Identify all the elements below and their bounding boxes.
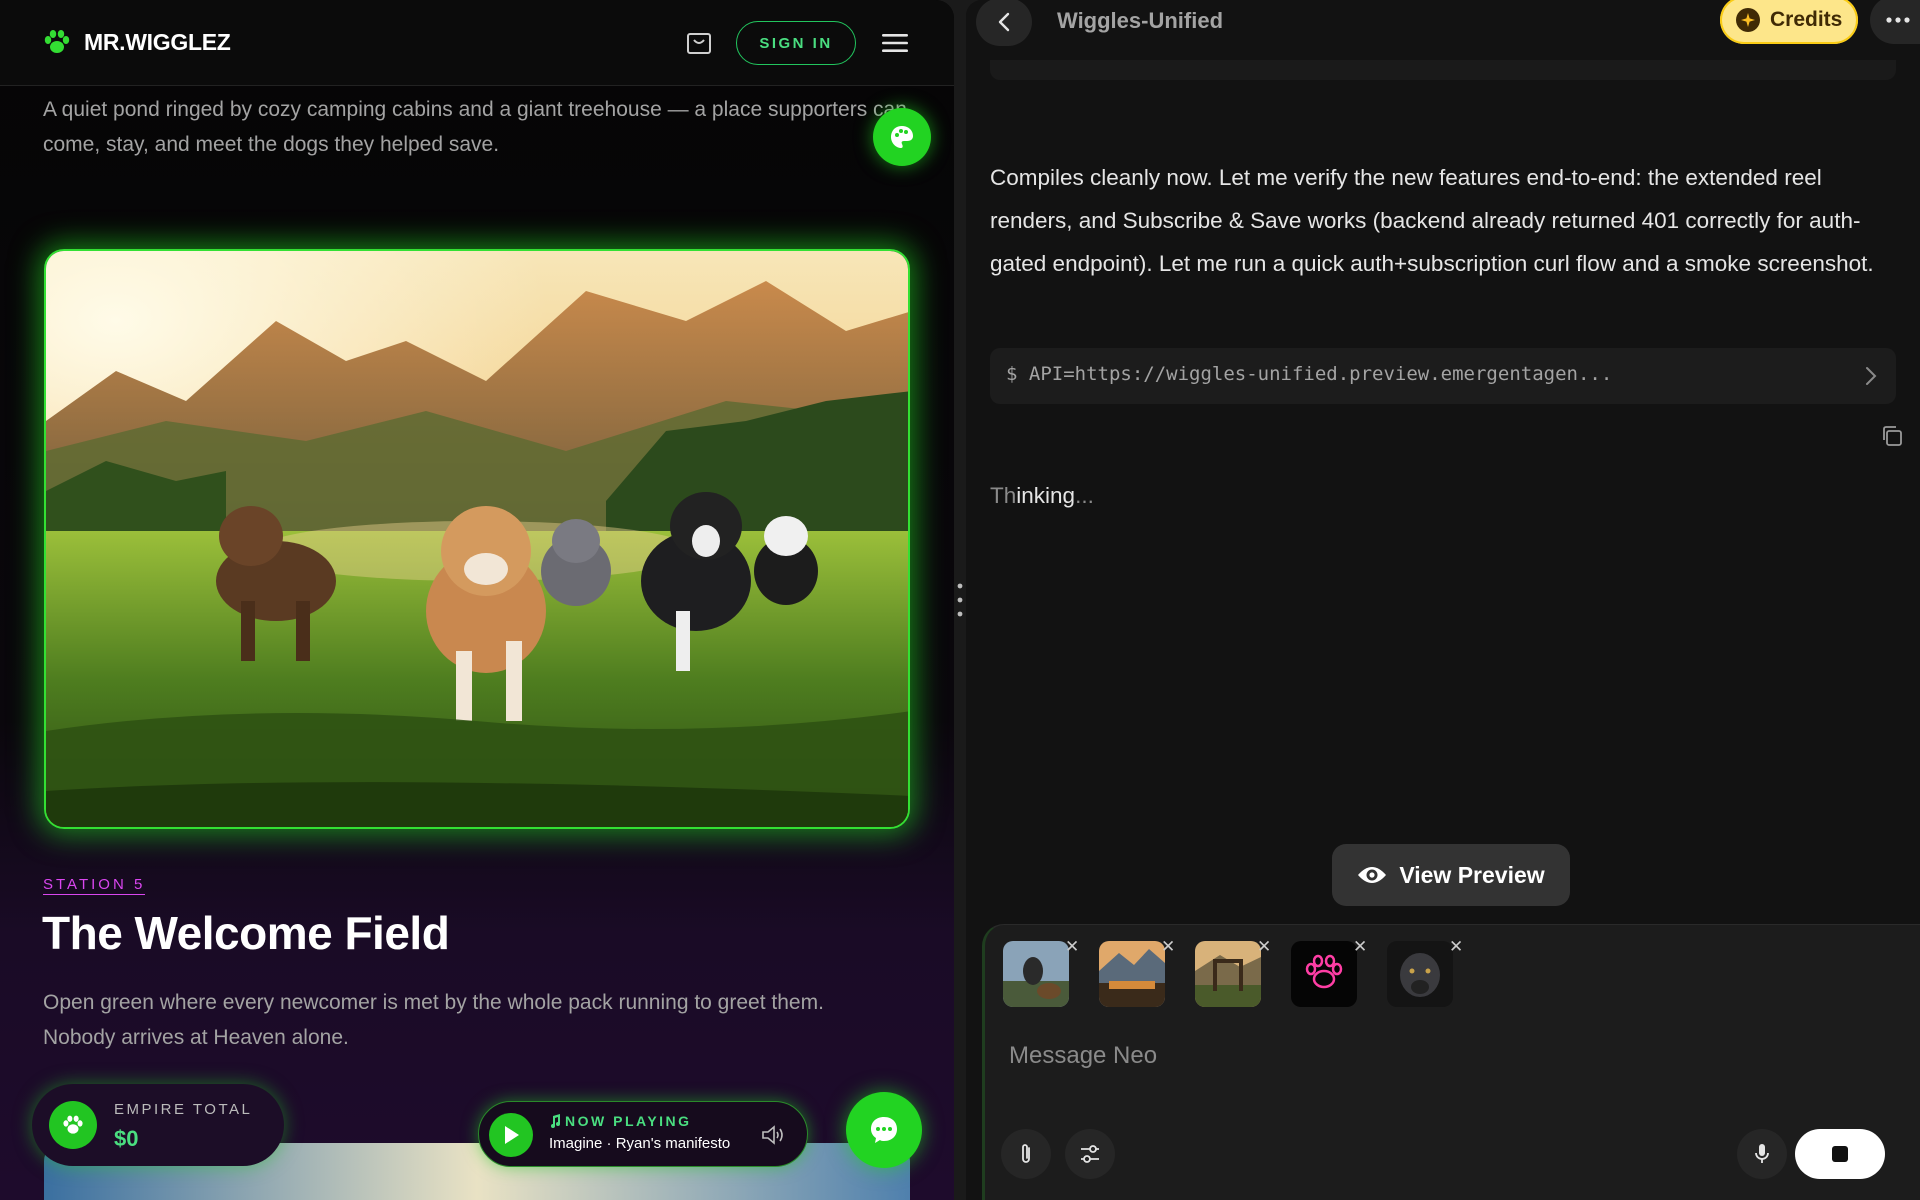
empire-total-badge[interactable]: EMPIRE TOTAL $0 bbox=[32, 1084, 284, 1166]
attachment-thumbnail[interactable]: ✕ bbox=[1387, 938, 1463, 1007]
thinking-indicator: Thinking... bbox=[990, 483, 1094, 508]
message-input[interactable] bbox=[1009, 1036, 1869, 1076]
site-logo[interactable]: MR.WIGGLEZ bbox=[42, 28, 231, 56]
view-preview-button[interactable]: View Preview bbox=[1332, 844, 1570, 906]
station-description: Open green where every newcomer is met b… bbox=[43, 991, 824, 1049]
remove-attachment-icon[interactable]: ✕ bbox=[1065, 938, 1079, 955]
intro-text: A quiet pond ringed by cozy camping cabi… bbox=[43, 98, 907, 156]
now-playing-track: Imagine · Ryan's manifesto bbox=[549, 1135, 731, 1152]
credits-button[interactable]: Credits bbox=[1720, 0, 1858, 44]
copy-icon[interactable] bbox=[1880, 424, 1904, 448]
attachment-thumbnail[interactable]: ✕ bbox=[1003, 938, 1079, 1007]
drag-handle-icon[interactable] bbox=[957, 582, 963, 618]
assistant-message: Compiles cleanly now. Let me verify the … bbox=[990, 165, 1874, 276]
remove-attachment-icon[interactable]: ✕ bbox=[1353, 938, 1367, 955]
empire-total-label: EMPIRE TOTAL bbox=[114, 1101, 253, 1118]
back-button[interactable] bbox=[976, 0, 1032, 46]
command-block[interactable]: $ API=https://wiggles-unified.preview.em… bbox=[990, 348, 1896, 404]
chat-header: Wiggles-Unified Credits bbox=[966, 0, 1920, 62]
site-preview-pane: MR.WIGGLEZ SIGN IN A quiet pond ringed b… bbox=[0, 0, 954, 1200]
more-options-button[interactable] bbox=[1870, 0, 1920, 44]
more-dots-icon bbox=[1886, 17, 1910, 23]
site-chat-button[interactable] bbox=[846, 1092, 922, 1168]
station-label: STATION 5 bbox=[43, 876, 146, 895]
play-button[interactable] bbox=[489, 1113, 533, 1157]
thinking-text-rest: inking bbox=[1016, 483, 1076, 508]
empire-total-value: $0 bbox=[114, 1126, 139, 1151]
sparkle-icon bbox=[1736, 8, 1760, 32]
cart-icon[interactable] bbox=[686, 31, 712, 55]
view-preview-label: View Preview bbox=[1399, 861, 1545, 888]
microphone-button[interactable] bbox=[1737, 1129, 1787, 1179]
now-playing-label: NOW PLAYING bbox=[549, 1113, 692, 1129]
command-text: $ API=https://wiggles-unified.preview.em… bbox=[1006, 363, 1613, 385]
attach-button[interactable] bbox=[1001, 1129, 1051, 1179]
play-icon bbox=[505, 1126, 519, 1144]
paperclip-icon bbox=[1022, 1144, 1030, 1163]
music-note-icon bbox=[551, 1114, 560, 1128]
chevron-right-icon bbox=[1866, 367, 1877, 385]
hamburger-icon[interactable] bbox=[882, 32, 908, 54]
stop-generation-button[interactable] bbox=[1795, 1129, 1885, 1179]
palette-icon bbox=[891, 126, 913, 148]
eye-icon bbox=[1358, 867, 1387, 883]
theme-palette-button[interactable] bbox=[873, 108, 931, 166]
remove-attachment-icon[interactable]: ✕ bbox=[1449, 938, 1463, 955]
logo-text: MR.WIGGLEZ bbox=[84, 28, 231, 55]
stop-icon bbox=[1832, 1146, 1848, 1162]
station-title: The Welcome Field bbox=[42, 907, 450, 959]
now-playing-player: NOW PLAYING Imagine · Ryan's manifesto bbox=[478, 1101, 808, 1167]
attachment-list: ✕ ✕ ✕ ✕ ✕ bbox=[1003, 938, 1463, 1007]
sign-in-button[interactable]: SIGN IN bbox=[736, 21, 856, 65]
remove-attachment-icon[interactable]: ✕ bbox=[1257, 938, 1271, 955]
paw-icon bbox=[44, 30, 70, 53]
attachment-thumbnail[interactable]: ✕ bbox=[1195, 938, 1271, 1007]
sliders-icon bbox=[1081, 1145, 1099, 1163]
chat-bubble-icon bbox=[871, 1117, 897, 1143]
volume-icon[interactable] bbox=[761, 1124, 785, 1146]
hero-image-dogs-meadow bbox=[44, 249, 910, 829]
settings-button[interactable] bbox=[1065, 1129, 1115, 1179]
previous-output-block bbox=[990, 60, 1896, 80]
attachment-thumbnail[interactable]: ✕ bbox=[1099, 938, 1175, 1007]
microphone-icon bbox=[1755, 1144, 1769, 1163]
chat-pane: Wiggles-Unified Credits Compiles cleanly… bbox=[966, 0, 1920, 1200]
chevron-left-icon bbox=[998, 12, 1010, 32]
project-title: Wiggles-Unified bbox=[1057, 8, 1224, 33]
paw-icon bbox=[49, 1101, 97, 1149]
site-header: MR.WIGGLEZ SIGN IN bbox=[0, 0, 954, 86]
attachment-thumbnail[interactable]: ✕ bbox=[1291, 938, 1367, 1007]
remove-attachment-icon[interactable]: ✕ bbox=[1161, 938, 1175, 955]
credits-label: Credits bbox=[1770, 8, 1843, 31]
message-composer: ✕ ✕ ✕ ✕ ✕ Message Neo bbox=[982, 924, 1920, 1200]
